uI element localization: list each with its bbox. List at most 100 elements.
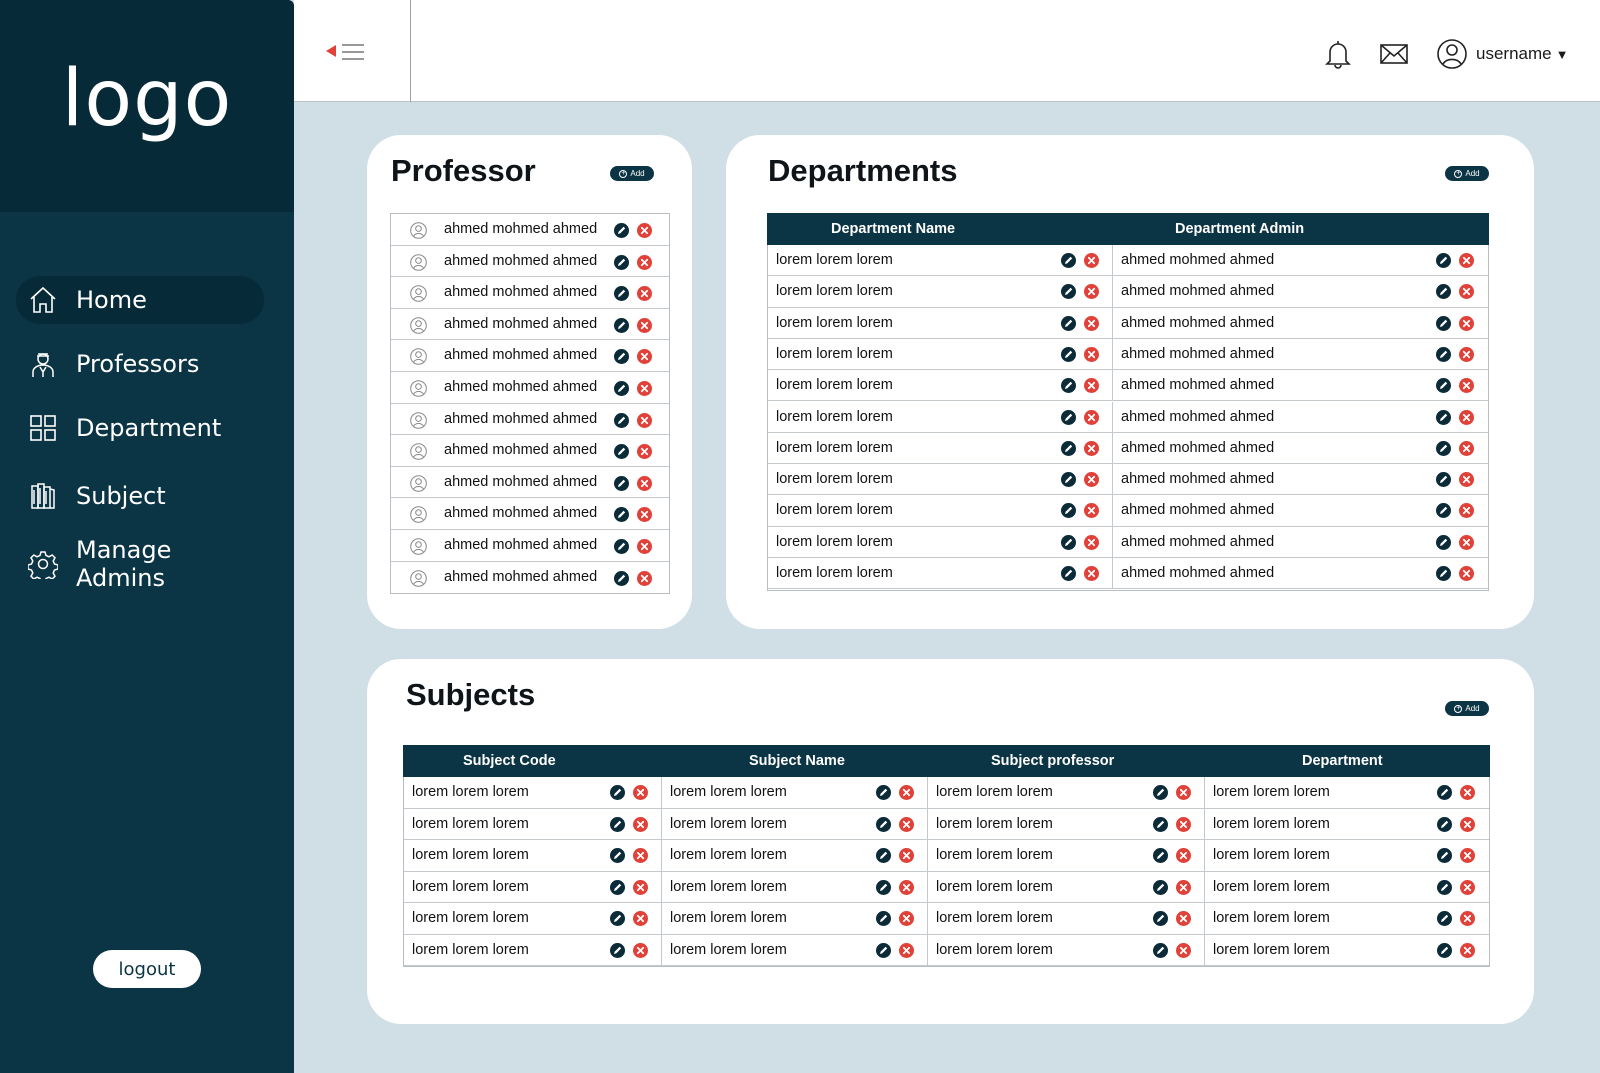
edit-icon[interactable] <box>1061 284 1076 300</box>
delete-icon[interactable] <box>637 317 652 333</box>
edit-icon[interactable] <box>1436 284 1451 300</box>
delete-icon[interactable] <box>637 254 652 270</box>
edit-icon[interactable] <box>1061 503 1076 519</box>
delete-icon[interactable] <box>1459 346 1474 362</box>
delete-icon[interactable] <box>1459 440 1474 456</box>
delete-icon[interactable] <box>637 380 652 396</box>
edit-icon[interactable] <box>876 879 891 895</box>
edit-icon[interactable] <box>614 349 629 365</box>
sidebar-item-subject[interactable]: Subject <box>16 472 264 520</box>
delete-icon[interactable] <box>633 816 648 832</box>
mail-icon[interactable] <box>1378 38 1410 70</box>
delete-icon[interactable] <box>1460 911 1475 926</box>
delete-icon[interactable] <box>1084 440 1099 456</box>
bell-icon[interactable] <box>1322 38 1354 70</box>
edit-icon[interactable] <box>1061 440 1076 456</box>
edit-icon[interactable] <box>614 223 629 238</box>
logo[interactable]: logo <box>62 54 233 144</box>
edit-icon[interactable] <box>610 785 625 800</box>
edit-icon[interactable] <box>1436 346 1451 362</box>
add-subject-button[interactable]: + Add <box>1445 701 1489 716</box>
delete-icon[interactable] <box>637 412 652 428</box>
delete-icon[interactable] <box>1460 942 1475 958</box>
delete-icon[interactable] <box>1459 534 1474 550</box>
edit-icon[interactable] <box>610 816 625 832</box>
edit-icon[interactable] <box>1153 942 1168 958</box>
user-menu[interactable]: username ▼ <box>1436 38 1568 70</box>
delete-icon[interactable] <box>1084 284 1099 300</box>
edit-icon[interactable] <box>1061 253 1076 268</box>
edit-icon[interactable] <box>614 570 629 586</box>
delete-icon[interactable] <box>633 879 648 895</box>
edit-icon[interactable] <box>1061 472 1076 488</box>
edit-icon[interactable] <box>1061 315 1076 331</box>
delete-icon[interactable] <box>1459 284 1474 300</box>
delete-icon[interactable] <box>1459 566 1474 581</box>
delete-icon[interactable] <box>899 942 914 958</box>
delete-icon[interactable] <box>1176 879 1191 895</box>
edit-icon[interactable] <box>1061 409 1076 425</box>
delete-icon[interactable] <box>637 349 652 365</box>
edit-icon[interactable] <box>1153 816 1168 832</box>
edit-icon[interactable] <box>614 538 629 554</box>
edit-icon[interactable] <box>1437 879 1452 895</box>
delete-icon[interactable] <box>1176 848 1191 863</box>
edit-icon[interactable] <box>1061 346 1076 362</box>
sidebar-item-professors[interactable]: Professors <box>16 340 264 388</box>
edit-icon[interactable] <box>610 911 625 926</box>
edit-icon[interactable] <box>1437 785 1452 800</box>
delete-icon[interactable] <box>637 223 652 238</box>
delete-icon[interactable] <box>1084 566 1099 581</box>
edit-icon[interactable] <box>1061 566 1076 581</box>
edit-icon[interactable] <box>614 317 629 333</box>
edit-icon[interactable] <box>876 816 891 832</box>
delete-icon[interactable] <box>1084 346 1099 362</box>
delete-icon[interactable] <box>1460 816 1475 832</box>
edit-icon[interactable] <box>1436 472 1451 488</box>
edit-icon[interactable] <box>1437 848 1452 863</box>
delete-icon[interactable] <box>899 911 914 926</box>
edit-icon[interactable] <box>1436 534 1451 550</box>
delete-icon[interactable] <box>633 848 648 863</box>
edit-icon[interactable] <box>876 785 891 800</box>
edit-icon[interactable] <box>1153 848 1168 863</box>
delete-icon[interactable] <box>1176 785 1191 800</box>
edit-icon[interactable] <box>876 942 891 958</box>
add-department-button[interactable]: + Add <box>1445 166 1489 181</box>
delete-icon[interactable] <box>633 942 648 958</box>
delete-icon[interactable] <box>1459 315 1474 331</box>
edit-icon[interactable] <box>614 507 629 523</box>
delete-icon[interactable] <box>1176 816 1191 832</box>
edit-icon[interactable] <box>614 475 629 491</box>
delete-icon[interactable] <box>1176 942 1191 958</box>
delete-icon[interactable] <box>899 816 914 832</box>
edit-icon[interactable] <box>1061 378 1076 394</box>
delete-icon[interactable] <box>1084 253 1099 268</box>
delete-icon[interactable] <box>1459 378 1474 394</box>
edit-icon[interactable] <box>614 444 629 460</box>
delete-icon[interactable] <box>899 785 914 800</box>
delete-icon[interactable] <box>1459 253 1474 268</box>
sidebar-item-manage-admins[interactable]: Manage Admins <box>16 536 264 592</box>
delete-icon[interactable] <box>637 475 652 491</box>
delete-icon[interactable] <box>899 848 914 863</box>
delete-icon[interactable] <box>1460 785 1475 800</box>
edit-icon[interactable] <box>876 911 891 926</box>
delete-icon[interactable] <box>1084 503 1099 519</box>
edit-icon[interactable] <box>1437 816 1452 832</box>
add-professor-button[interactable]: + Add <box>610 166 654 181</box>
edit-icon[interactable] <box>1153 879 1168 895</box>
edit-icon[interactable] <box>1436 253 1451 268</box>
delete-icon[interactable] <box>1460 848 1475 863</box>
edit-icon[interactable] <box>1436 566 1451 581</box>
edit-icon[interactable] <box>610 848 625 863</box>
edit-icon[interactable] <box>1437 942 1452 958</box>
edit-icon[interactable] <box>1153 911 1168 926</box>
edit-icon[interactable] <box>610 942 625 958</box>
delete-icon[interactable] <box>899 879 914 895</box>
delete-icon[interactable] <box>1084 378 1099 394</box>
edit-icon[interactable] <box>1436 503 1451 519</box>
edit-icon[interactable] <box>614 254 629 270</box>
sidebar-item-department[interactable]: Department <box>16 404 264 452</box>
delete-icon[interactable] <box>633 911 648 926</box>
